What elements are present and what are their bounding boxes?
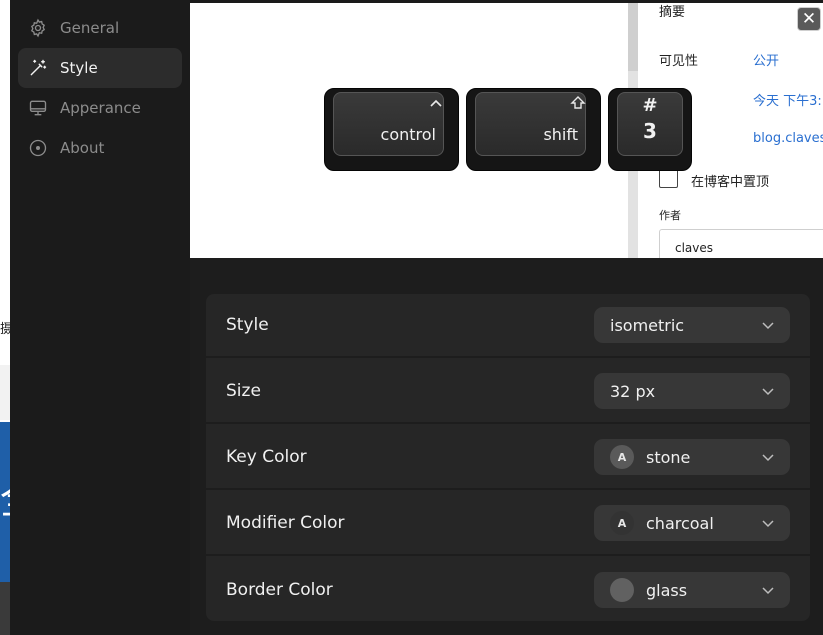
- select-value: glass: [646, 580, 688, 600]
- app-window: General Style Apperance About 摘要 ✕ 可见性 公…: [10, 0, 823, 635]
- caret-up-icon: [428, 95, 444, 111]
- settings-row-style: Style isometric: [206, 294, 810, 358]
- key-preview: 摘要 ✕ 可见性 公开 今天 下午3:1 blog.claves.c 在博客中置…: [190, 3, 823, 258]
- color-swatch-glass: [610, 578, 634, 602]
- pin-checkbox[interactable]: [659, 169, 678, 188]
- info-circle-icon: [28, 138, 48, 158]
- key-shift: shift: [466, 88, 601, 171]
- sidebar-item-about[interactable]: About: [18, 128, 182, 168]
- pin-label: 在博客中置顶: [691, 175, 770, 190]
- select-value: stone: [646, 447, 691, 467]
- key-label-top: #: [642, 95, 658, 116]
- modifier-color-select[interactable]: A charcoal: [594, 505, 790, 541]
- settings-row-border-color: Border Color glass: [206, 558, 810, 621]
- monitor-icon: [28, 98, 48, 118]
- chevron-down-icon: [762, 454, 774, 462]
- gear-icon: [28, 18, 48, 38]
- row-label: Modifier Color: [226, 513, 345, 533]
- color-swatch-stone: A: [610, 445, 634, 469]
- sidebar-item-label: Style: [60, 59, 98, 77]
- select-value: isometric: [610, 315, 685, 335]
- sidebar: General Style Apperance About: [10, 0, 190, 635]
- url-link[interactable]: blog.claves.c: [753, 131, 823, 146]
- visibility-label: 可见性: [659, 54, 699, 69]
- sidebar-item-general[interactable]: General: [18, 8, 182, 48]
- chevron-down-icon: [762, 322, 774, 330]
- style-settings-card: Style isometric Size 32 px Key Color A s…: [206, 294, 810, 621]
- key-3: # 3: [608, 88, 692, 171]
- color-swatch-charcoal: A: [610, 511, 634, 535]
- key-control: control: [324, 88, 459, 171]
- row-label: Border Color: [226, 580, 333, 600]
- publish-time-link[interactable]: 今天 下午3:1: [753, 90, 823, 109]
- sidebar-item-label: Apperance: [60, 99, 141, 117]
- chevron-down-icon: [762, 520, 774, 528]
- border-color-select[interactable]: glass: [594, 572, 790, 608]
- author-label: 作者: [659, 209, 681, 222]
- sidebar-item-apperance[interactable]: Apperance: [18, 88, 182, 128]
- sidebar-item-style[interactable]: Style: [18, 48, 182, 88]
- key-label-control: control: [380, 125, 436, 144]
- chevron-down-icon: [762, 388, 774, 396]
- sidebar-item-label: About: [60, 139, 105, 157]
- settings-area: Style isometric Size 32 px Key Color A s…: [190, 258, 823, 635]
- shift-arrow-icon: [570, 95, 586, 111]
- style-select[interactable]: isometric: [594, 307, 790, 343]
- close-button[interactable]: ✕: [797, 7, 821, 31]
- select-value: 32 px: [610, 381, 656, 401]
- row-label: Style: [226, 315, 269, 335]
- key-label-bottom: 3: [643, 119, 657, 143]
- select-value: charcoal: [646, 513, 714, 533]
- settings-row-size: Size 32 px: [206, 360, 810, 424]
- size-select[interactable]: 32 px: [594, 373, 790, 409]
- row-label: Key Color: [226, 447, 307, 467]
- settings-row-key-color: Key Color A stone: [206, 426, 810, 490]
- preview-scrollbar-thumb[interactable]: [628, 3, 638, 71]
- panel-title: 摘要: [659, 5, 686, 20]
- sidebar-item-label: General: [60, 19, 120, 37]
- author-value: claves: [675, 241, 714, 255]
- magic-wand-icon: [28, 58, 48, 78]
- chevron-down-icon: [762, 587, 774, 595]
- visibility-value-link[interactable]: 公开: [753, 50, 779, 69]
- row-label: Size: [226, 381, 261, 401]
- key-label-shift: shift: [543, 125, 578, 144]
- settings-row-modifier-color: Modifier Color A charcoal: [206, 492, 810, 556]
- key-color-select[interactable]: A stone: [594, 439, 790, 475]
- background-cut-text: 摄: [0, 322, 10, 337]
